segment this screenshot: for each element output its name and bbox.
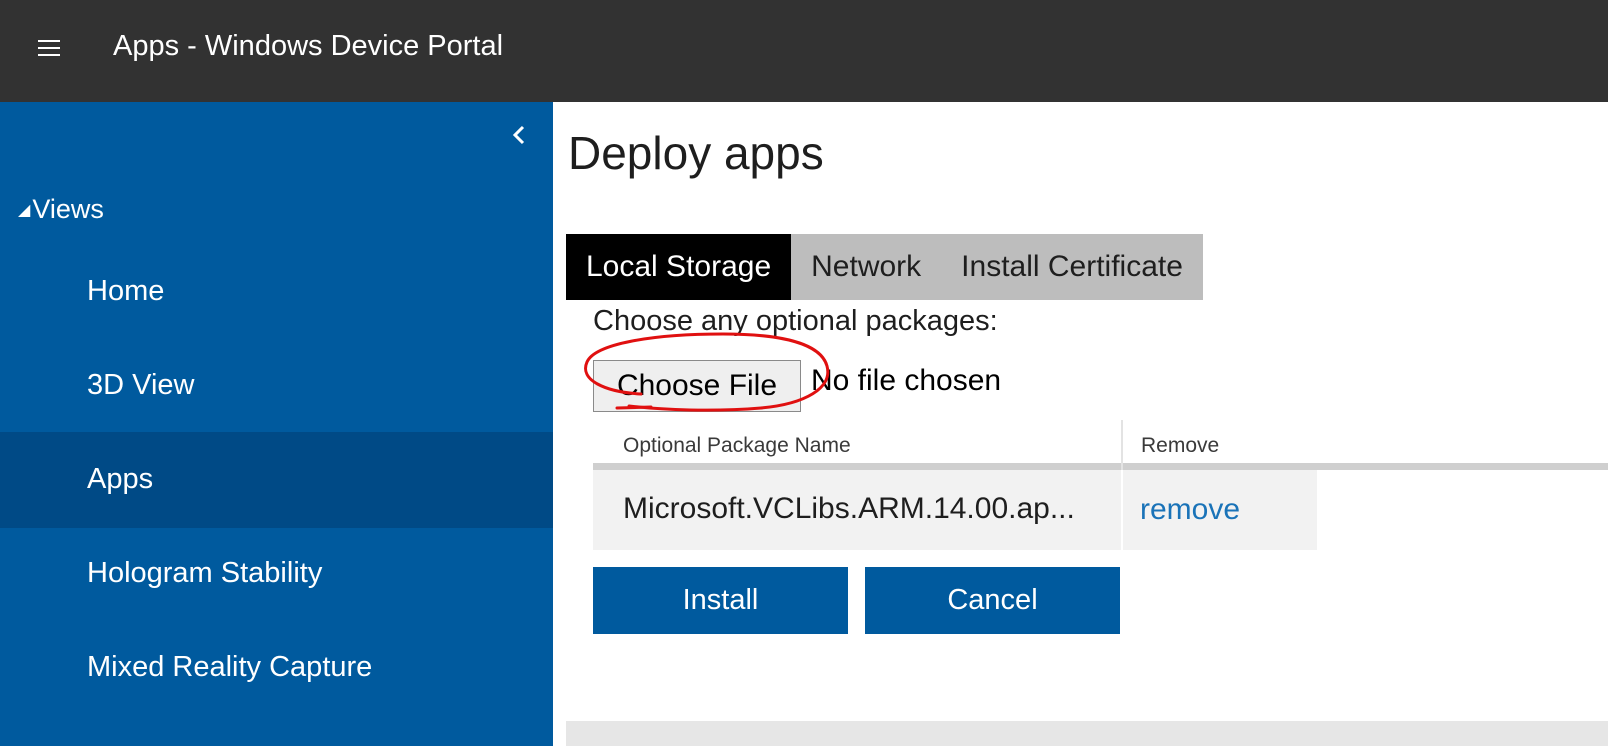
hamburger-icon[interactable]: [38, 40, 60, 56]
sidebar-item-mixed-reality-capture[interactable]: Mixed Reality Capture: [0, 620, 553, 716]
tab-local-storage[interactable]: Local Storage: [566, 234, 792, 300]
sidebar-item-hologram-stability[interactable]: Hologram Stability: [0, 526, 553, 622]
sidebar-item-label: Mixed Reality Capture: [87, 651, 373, 683]
column-header-name: Optional Package Name: [623, 434, 851, 457]
tab-network[interactable]: Network: [791, 234, 941, 300]
choose-file-button[interactable]: Choose File: [593, 360, 801, 412]
optional-packages-table: Optional Package Name Remove Microsoft.V…: [593, 420, 1608, 550]
app-title: Apps - Windows Device Portal: [113, 30, 504, 62]
column-header-remove: Remove: [1141, 434, 1220, 457]
sidebar-item-home[interactable]: Home: [0, 244, 553, 340]
chevron-left-icon[interactable]: [507, 122, 531, 148]
table-header: Optional Package Name Remove: [593, 420, 1608, 472]
column-divider: [1121, 470, 1123, 550]
triangle-down-icon: ◢: [18, 202, 31, 219]
install-button[interactable]: Install: [593, 567, 848, 634]
title-bar: Apps - Windows Device Portal: [0, 0, 1608, 102]
sidebar-section-label: Views: [32, 194, 104, 224]
main-content: Deploy apps Local Storage Network Instal…: [553, 102, 1608, 746]
file-status-text: No file chosen: [811, 364, 1002, 397]
sidebar-item-label: Apps: [87, 463, 154, 495]
column-divider: [1121, 420, 1123, 472]
sidebar-item-3d-view[interactable]: 3D View: [0, 338, 553, 434]
package-name: Microsoft.VCLibs.ARM.14.00.ap...: [623, 492, 1075, 525]
sidebar: ◢Views Home 3D View Apps Hologram Stabil…: [0, 102, 553, 746]
optional-packages-label: Choose any optional packages:: [593, 305, 998, 337]
page-title: Deploy apps: [568, 127, 824, 179]
sidebar-item-label: Hologram Stability: [87, 557, 323, 589]
tab-bar: Local Storage Network Install Certificat…: [566, 234, 1203, 300]
scroll-area-edge: [566, 721, 1608, 746]
sidebar-item-label: Home: [87, 275, 165, 307]
remove-link[interactable]: remove: [1140, 493, 1240, 527]
tab-install-certificate[interactable]: Install Certificate: [941, 234, 1203, 300]
sidebar-item-apps[interactable]: Apps: [0, 432, 553, 528]
sidebar-section-views[interactable]: ◢Views: [18, 194, 104, 225]
cancel-button[interactable]: Cancel: [865, 567, 1120, 634]
table-row: Microsoft.VCLibs.ARM.14.00.ap... remove: [593, 470, 1317, 550]
sidebar-item-label: 3D View: [87, 369, 195, 401]
